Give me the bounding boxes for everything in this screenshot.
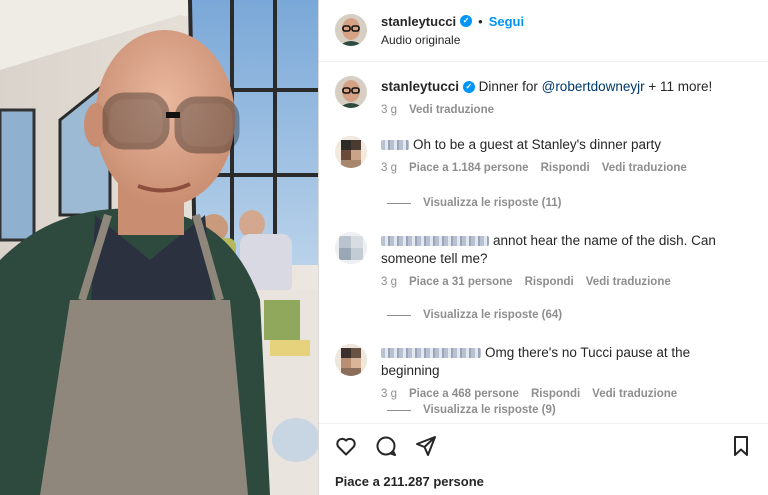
view-replies-label: Visualizza le risposte (11) bbox=[423, 197, 562, 209]
replies-dash bbox=[387, 314, 411, 316]
caption-mention-link[interactable]: @robertdowneyjr bbox=[542, 79, 645, 94]
commenter-avatar[interactable] bbox=[335, 136, 367, 168]
author-username[interactable]: stanleytucci bbox=[381, 14, 456, 29]
comment-item: Omg there's no Tucci pause at the beginn… bbox=[335, 344, 752, 400]
comment-text: Oh to be a guest at Stanley's dinner par… bbox=[413, 137, 661, 152]
translate-link[interactable]: Vedi traduzione bbox=[592, 388, 677, 400]
commenter-avatar[interactable] bbox=[335, 232, 367, 264]
reply-button[interactable]: Rispondi bbox=[541, 162, 590, 174]
video-frame-illustration bbox=[0, 0, 318, 495]
reply-button[interactable]: Rispondi bbox=[525, 276, 574, 288]
comment-timestamp[interactable]: 3 g bbox=[381, 162, 397, 174]
post-details-panel: stanleytucci ✓ • Segui Audio originale s… bbox=[318, 0, 768, 495]
audio-label[interactable]: Audio originale bbox=[381, 33, 524, 47]
commenter-username-blurred[interactable] bbox=[381, 236, 489, 247]
comment-item: Oh to be a guest at Stanley's dinner par… bbox=[335, 136, 752, 174]
instagram-post-view: stanleytucci ✓ • Segui Audio originale s… bbox=[0, 0, 768, 495]
comment-item: annot hear the name of the dish. Can som… bbox=[335, 232, 752, 288]
caption-timestamp[interactable]: 3 g bbox=[381, 104, 397, 116]
comment-likes[interactable]: Piace a 31 persone bbox=[409, 276, 513, 288]
actions-divider bbox=[319, 423, 768, 424]
caption-username[interactable]: stanleytucci bbox=[381, 79, 459, 94]
post-header: stanleytucci ✓ • Segui Audio originale bbox=[335, 10, 752, 50]
translate-link[interactable]: Vedi traduzione bbox=[586, 276, 671, 288]
post-likes-count[interactable]: Piace a 211.287 persone bbox=[335, 474, 484, 489]
translate-link[interactable]: Vedi traduzione bbox=[602, 162, 687, 174]
post-caption: stanleytucci ✓ Dinner for @robertdowneyj… bbox=[335, 76, 752, 116]
post-video[interactable] bbox=[0, 0, 318, 495]
replies-dash bbox=[387, 409, 411, 411]
commenter-username-blurred[interactable] bbox=[381, 140, 409, 151]
header-divider bbox=[319, 61, 768, 62]
follow-button[interactable]: Segui bbox=[489, 14, 524, 29]
paper-plane-icon[interactable] bbox=[413, 433, 439, 459]
comment-icon[interactable] bbox=[373, 433, 399, 459]
replies-dash bbox=[387, 202, 411, 204]
comment-likes[interactable]: Piace a 468 persone bbox=[409, 388, 519, 400]
view-replies-label: Visualizza le risposte (9) bbox=[423, 404, 556, 416]
view-replies-label: Visualizza le risposte (64) bbox=[423, 309, 563, 321]
comment-timestamp[interactable]: 3 g bbox=[381, 388, 397, 400]
comment-likes[interactable]: Piace a 1.184 persone bbox=[409, 162, 529, 174]
bookmark-icon[interactable] bbox=[728, 433, 754, 459]
verified-badge-icon: ✓ bbox=[460, 15, 473, 27]
caption-text-suffix: + 11 more! bbox=[644, 79, 713, 94]
post-actions-bar bbox=[333, 432, 754, 460]
caption-text: Dinner for bbox=[478, 79, 542, 94]
commenter-avatar[interactable] bbox=[335, 344, 367, 376]
comment-timestamp[interactable]: 3 g bbox=[381, 276, 397, 288]
commenter-username-blurred[interactable] bbox=[381, 348, 481, 359]
view-replies-button[interactable]: Visualizza le risposte (64) bbox=[387, 309, 562, 321]
verified-badge-icon: ✓ bbox=[462, 81, 475, 94]
view-replies-button[interactable]: Visualizza le risposte (9) bbox=[387, 404, 556, 416]
separator-dot: • bbox=[478, 13, 483, 29]
caption-translate-link[interactable]: Vedi traduzione bbox=[409, 104, 494, 116]
heart-icon[interactable] bbox=[333, 433, 359, 459]
author-avatar[interactable] bbox=[335, 14, 367, 46]
caption-author-avatar[interactable] bbox=[335, 76, 367, 108]
reply-button[interactable]: Rispondi bbox=[531, 388, 580, 400]
view-replies-button[interactable]: Visualizza le risposte (11) bbox=[387, 197, 562, 209]
